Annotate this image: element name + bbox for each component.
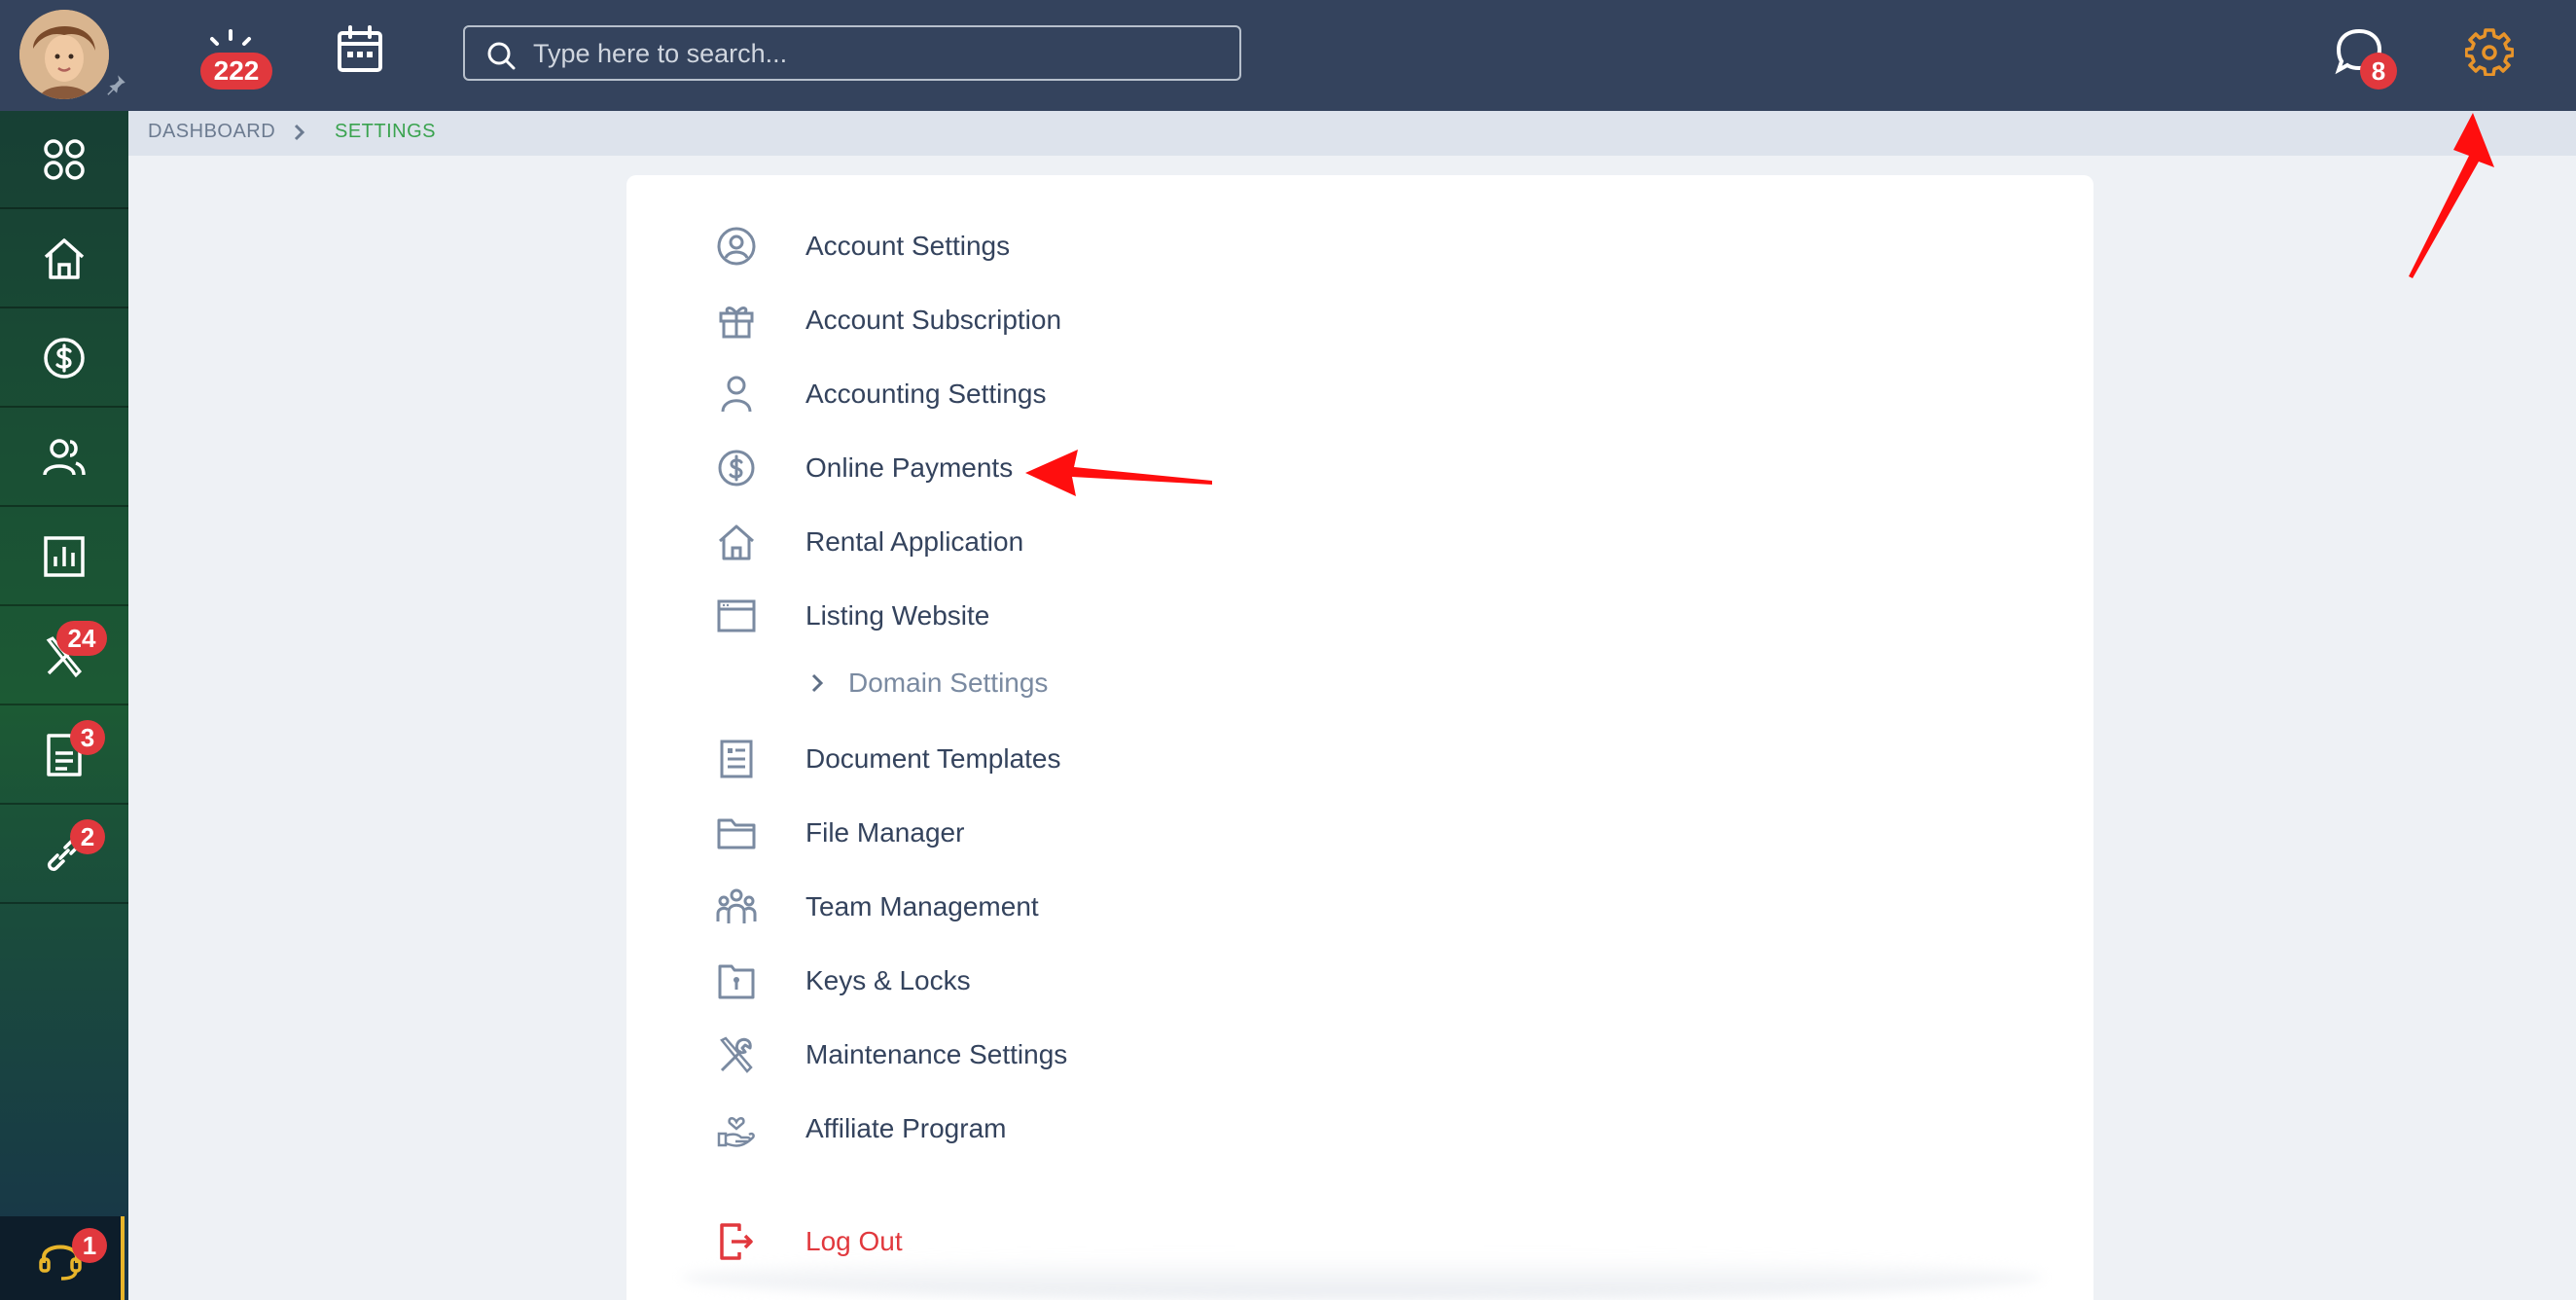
folder-icon [717, 818, 756, 849]
menu-item-account-subscription[interactable]: Account Subscription [716, 296, 1061, 344]
menu-label: Online Payments [805, 452, 1014, 483]
menu-item-accounting-settings[interactable]: Accounting Settings [716, 370, 1047, 418]
menu-item-log-out[interactable]: Log Out [716, 1217, 903, 1266]
breadcrumb [128, 111, 2576, 156]
support-button[interactable]: 1 [0, 1216, 125, 1300]
menu-label: Keys & Locks [805, 965, 971, 995]
menu-item-account-settings[interactable]: Account Settings [716, 222, 1010, 271]
dollar-icon [44, 337, 85, 379]
tools-icon [720, 1036, 753, 1073]
browser-window-icon [717, 599, 756, 632]
menu-item-team-management[interactable]: Team Management [716, 883, 1039, 931]
sidebar-item-documents[interactable]: 3 [0, 706, 128, 805]
menu-label: Listing Website [805, 600, 990, 631]
user-avatar[interactable] [19, 10, 109, 99]
chevron-right-icon [294, 124, 305, 141]
menu-label: Document Templates [805, 743, 1061, 774]
menu-label: Account Subscription [805, 305, 1062, 335]
maintenance-count-badge: 24 [56, 621, 107, 656]
breadcrumb-settings: SETTINGS [335, 121, 437, 142]
sidebar-item-payments[interactable] [0, 309, 128, 408]
search-icon [487, 42, 516, 70]
sidebar-item-apps[interactable] [0, 111, 128, 209]
home-icon [44, 237, 85, 279]
menu-item-file-manager[interactable]: File Manager [716, 809, 964, 857]
sidebar-item-links[interactable]: 2 [0, 806, 128, 904]
menu-label: Rental Application [805, 526, 1024, 557]
dollar-circle-icon [718, 450, 755, 487]
menu-label: Affiliate Program [805, 1113, 1007, 1143]
menu-label: Domain Settings [848, 668, 1049, 698]
menu-item-keys-locks[interactable]: Keys & Locks [716, 957, 971, 1005]
links-count-badge: 2 [70, 819, 105, 854]
menu-item-document-templates[interactable]: Document Templates [716, 735, 1061, 783]
menu-label: File Manager [805, 817, 965, 848]
people-icon [43, 438, 86, 476]
menu-label: Team Management [805, 891, 1039, 921]
key-folder-icon [718, 964, 755, 999]
card-bottom-fade [681, 1255, 2043, 1300]
document-icon [720, 740, 753, 778]
menu-item-affiliate-program[interactable]: Affiliate Program [716, 1104, 1006, 1153]
team-icon [716, 888, 757, 923]
menu-item-listing-website[interactable]: Listing Website [716, 592, 989, 640]
menu-item-domain-settings[interactable]: Domain Settings [807, 659, 1048, 707]
search-input[interactable] [533, 35, 1214, 72]
sidebar-item-maintenance[interactable]: 24 [0, 607, 128, 705]
chart-icon [44, 535, 85, 577]
top-header [0, 0, 2576, 111]
apps-icon [44, 138, 85, 180]
house-icon [719, 524, 754, 560]
menu-item-online-payments[interactable]: Online Payments [716, 444, 1013, 492]
user-circle-icon [717, 227, 756, 266]
documents-count-badge: 3 [70, 720, 105, 755]
search-bar[interactable] [463, 25, 1241, 81]
menu-label: Log Out [805, 1226, 903, 1256]
breadcrumb-dashboard[interactable]: DASHBOARD [148, 121, 275, 143]
heart-hand-icon [717, 1117, 755, 1147]
menu-label: Accounting Settings [805, 379, 1047, 409]
calendar-icon[interactable] [337, 25, 383, 74]
sidebar-item-reports[interactable] [0, 508, 128, 606]
sidebar-item-people[interactable] [0, 409, 128, 507]
messages-count-badge: 8 [2360, 53, 2397, 90]
menu-item-maintenance-settings[interactable]: Maintenance Settings [716, 1030, 1067, 1079]
chevron-right-icon [811, 673, 824, 693]
pin-icon[interactable] [103, 72, 128, 97]
menu-label: Maintenance Settings [805, 1039, 1068, 1069]
sidebar-item-home[interactable] [0, 210, 128, 308]
menu-item-rental-application[interactable]: Rental Application [716, 518, 1023, 566]
settings-gear-icon[interactable] [2465, 27, 2514, 76]
support-count-badge: 1 [72, 1228, 107, 1263]
alerts-count-badge: 222 [200, 53, 272, 90]
menu-label: Account Settings [805, 231, 1011, 261]
gift-icon [719, 307, 754, 339]
logout-icon [720, 1223, 753, 1260]
user-icon [721, 376, 752, 413]
